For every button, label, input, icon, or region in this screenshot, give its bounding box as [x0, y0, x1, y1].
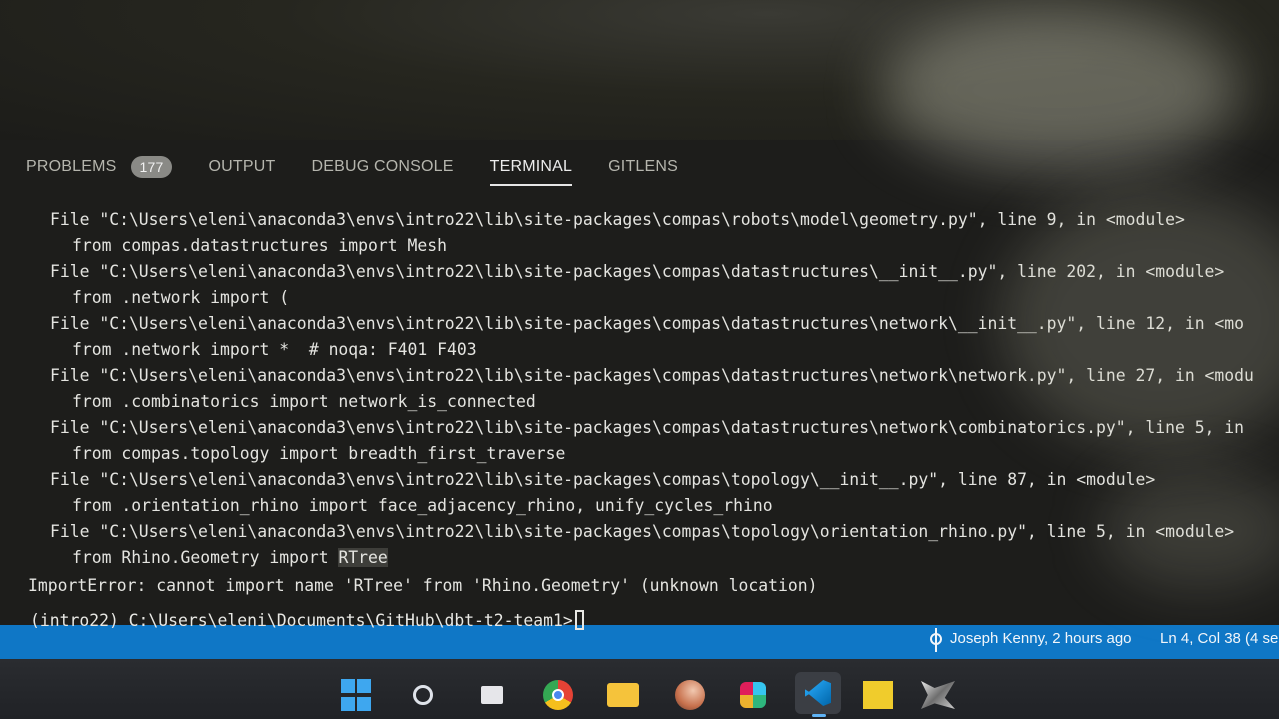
- traceback-file-line: File "C:\Users\eleni\anaconda3\envs\intr…: [50, 366, 1254, 385]
- traceback-code-line: from .network import * # noqa: F401 F403: [72, 340, 477, 359]
- panel-tab-bar: PROBLEMS 177 OUTPUT DEBUG CONSOLE TERMIN…: [0, 148, 1279, 190]
- traceback-code-line: from .network import (: [72, 288, 290, 307]
- active-app-indicator: [812, 714, 826, 717]
- git-commit-icon: [930, 627, 942, 652]
- tab-terminal-label: TERMINAL: [489, 158, 573, 175]
- chrome-icon[interactable]: [540, 677, 576, 713]
- tab-problems-label: PROBLEMS: [26, 158, 117, 175]
- cursor-position-status[interactable]: Ln 4, Col 38 (4 sel: [1160, 630, 1279, 647]
- tab-debug-console[interactable]: DEBUG CONSOLE: [311, 158, 453, 180]
- sticky-notes-icon[interactable]: [860, 677, 896, 713]
- vscode-icon[interactable]: [795, 672, 841, 714]
- traceback-code-line: from compas.topology import breadth_firs…: [72, 444, 566, 463]
- terminal-output[interactable]: File "C:\Users\eleni\anaconda3\envs\intr…: [28, 207, 1279, 599]
- traceback-code-line-last: from Rhino.Geometry import RTree: [28, 545, 1279, 571]
- import-error-line: ImportError: cannot import name 'RTree' …: [28, 576, 818, 595]
- tab-debug-console-label: DEBUG CONSOLE: [311, 158, 454, 175]
- traceback-code-line: from compas.datastructures import Mesh: [72, 236, 447, 255]
- file-explorer-icon[interactable]: [605, 677, 641, 713]
- terminal-prompt-line[interactable]: (intro22) C:\Users\eleni\Documents\GitHu…: [30, 610, 584, 630]
- traceback-code-line: from .combinatorics import network_is_co…: [72, 392, 536, 411]
- gitlens-blame-status[interactable]: Joseph Kenny, 2 hours ago: [930, 627, 1132, 652]
- traceback-file-line: File "C:\Users\eleni\anaconda3\envs\intr…: [50, 418, 1245, 437]
- traceback-file-line: File "C:\Users\eleni\anaconda3\envs\intr…: [50, 262, 1225, 281]
- slack-icon[interactable]: [735, 677, 771, 713]
- cursor-position-text: Ln 4, Col 38 (4 sel: [1160, 630, 1279, 647]
- photo-of-screen: PROBLEMS 177 OUTPUT DEBUG CONSOLE TERMIN…: [0, 0, 1279, 719]
- tab-gitlens-label: GITLENS: [608, 158, 679, 175]
- last-import-prefix: from Rhino.Geometry import: [72, 548, 339, 567]
- app-icon[interactable]: [920, 677, 956, 713]
- tab-problems[interactable]: PROBLEMS 177: [26, 156, 173, 182]
- tab-output[interactable]: OUTPUT: [208, 158, 275, 180]
- traceback-code-line: from .orientation_rhino import face_adja…: [72, 496, 773, 515]
- windows-start-icon[interactable]: [340, 677, 372, 713]
- traceback-file-line: File "C:\Users\eleni\anaconda3\envs\intr…: [50, 470, 1156, 489]
- highlighted-symbol: RTree: [338, 548, 388, 567]
- tab-output-label: OUTPUT: [208, 158, 276, 175]
- tab-gitlens[interactable]: GITLENS: [608, 158, 678, 180]
- tab-terminal[interactable]: TERMINAL: [489, 158, 573, 186]
- terminal-cursor: [574, 610, 584, 630]
- monitor-top-area: [0, 0, 1279, 140]
- problems-count-badge: 177: [130, 156, 173, 178]
- user-avatar-icon[interactable]: [672, 677, 708, 713]
- task-view-icon[interactable]: [474, 677, 510, 713]
- traceback-file-line: File "C:\Users\eleni\anaconda3\envs\intr…: [50, 522, 1235, 541]
- terminal-prompt: (intro22) C:\Users\eleni\Documents\GitHu…: [30, 610, 573, 630]
- search-icon[interactable]: [405, 677, 441, 713]
- blame-text: Joseph Kenny, 2 hours ago: [950, 630, 1132, 647]
- traceback-file-line: File "C:\Users\eleni\anaconda3\envs\intr…: [50, 210, 1185, 229]
- traceback-file-line: File "C:\Users\eleni\anaconda3\envs\intr…: [50, 314, 1245, 333]
